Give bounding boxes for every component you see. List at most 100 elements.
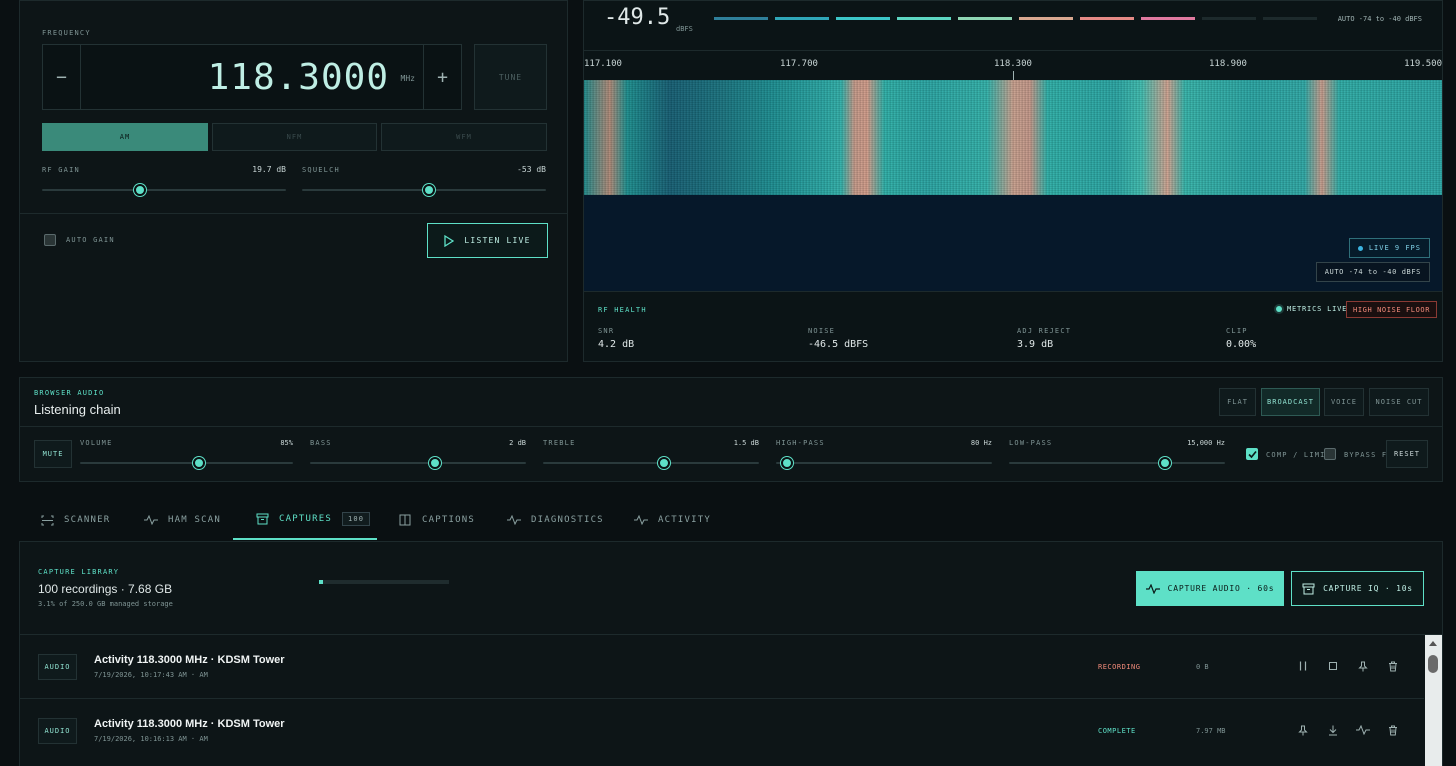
- storage-bar-fill: [319, 580, 324, 584]
- pulse-icon: [507, 513, 521, 527]
- squelch-slider[interactable]: [302, 184, 546, 196]
- download-icon[interactable]: [1326, 723, 1340, 737]
- pin-icon[interactable]: [1296, 723, 1310, 737]
- meter-segment: [775, 17, 829, 20]
- capture-iq-button[interactable]: CAPTURE IQ · 10s: [1291, 571, 1424, 606]
- metric-label: CLIP: [1226, 327, 1248, 335]
- rf-gain-slider-knob[interactable]: [133, 184, 146, 196]
- tab-label: CAPTURES: [279, 514, 332, 524]
- metric-label: SNR: [598, 327, 615, 335]
- pause-icon[interactable]: [1296, 659, 1310, 673]
- audio-slider-low-pass[interactable]: [1009, 457, 1225, 469]
- metric-value: 4.2 dB: [598, 339, 635, 350]
- frequency-box: − 118.3000 MHz +: [42, 44, 462, 110]
- stop-icon[interactable]: [1326, 659, 1340, 673]
- scroll-up-arrow-icon[interactable]: [1429, 641, 1437, 646]
- waterfall-display[interactable]: [584, 80, 1442, 195]
- audio-slider-knob[interactable]: [780, 457, 793, 469]
- listen-live-button[interactable]: LISTEN LIVE: [427, 223, 548, 258]
- preset-flat-button[interactable]: FLAT: [1219, 388, 1256, 416]
- rf-gain-value: 19.7 dB: [252, 165, 286, 174]
- freq-tick: 117.100: [584, 59, 622, 69]
- play-icon: [444, 234, 455, 247]
- library-summary: 100 recordings · 7.68 GB: [38, 582, 173, 596]
- library-section-label: CAPTURE LIBRARY: [38, 568, 120, 576]
- metrics-live-label: METRICS LIVE: [1287, 305, 1348, 313]
- audio-slider-treble[interactable]: [543, 457, 759, 469]
- storage-usage-text: 3.1% of 250.0 GB managed storage: [38, 600, 173, 608]
- captures-count-badge: 100: [341, 512, 371, 526]
- pin-icon[interactable]: [1356, 659, 1370, 673]
- capture-title[interactable]: Activity 118.3000 MHz · KDSM Tower: [94, 654, 285, 666]
- audio-slider-value: 1.5 dB: [733, 439, 759, 447]
- reset-button[interactable]: RESET: [1386, 440, 1428, 468]
- audio-title: Listening chain: [34, 402, 121, 417]
- trash-icon[interactable]: [1386, 659, 1400, 673]
- auto-gain-checkbox[interactable]: [44, 234, 56, 246]
- tab-label: CAPTIONS: [422, 515, 475, 525]
- meter-segment: [1263, 17, 1317, 20]
- table-row[interactable]: AUDIO Activity 118.3000 MHz · KDSM Tower…: [20, 699, 1424, 763]
- meter-segment: [1141, 17, 1195, 20]
- scrollbar-thumb[interactable]: [1428, 655, 1438, 673]
- tab-label: DIAGNOSTICS: [531, 515, 604, 525]
- mode-nfm-button[interactable]: NFM: [212, 123, 377, 151]
- audio-slider-volume[interactable]: [80, 457, 293, 469]
- preset-noise-cut-button[interactable]: NOISE CUT: [1369, 388, 1429, 416]
- rf-gain-slider[interactable]: [42, 184, 286, 196]
- bypass-fx-checkbox[interactable]: [1324, 448, 1336, 460]
- meter-segment: [836, 17, 890, 20]
- preset-broadcast-button[interactable]: BROADCAST: [1261, 388, 1320, 416]
- capture-time: 7/19/2026, 10:16:13 AM · AM: [94, 735, 208, 743]
- listen-live-label: LISTEN LIVE: [464, 236, 531, 245]
- divider: [584, 50, 1442, 51]
- capture-audio-button[interactable]: CAPTURE AUDIO · 60s: [1136, 571, 1284, 606]
- frequency-decrement-button[interactable]: −: [43, 45, 81, 109]
- mode-wfm-button[interactable]: WFM: [381, 123, 547, 151]
- audio-slider-knob[interactable]: [429, 457, 442, 469]
- mute-button[interactable]: MUTE: [34, 440, 72, 468]
- archive-icon: [255, 512, 269, 526]
- auto-gain-label: AUTO GAIN: [66, 236, 115, 244]
- range-badge[interactable]: AUTO -74 to -40 dBFS: [1315, 262, 1430, 282]
- audio-slider-knob[interactable]: [657, 457, 670, 469]
- capture-status: COMPLETE: [1098, 727, 1136, 735]
- tune-button[interactable]: TUNE: [474, 44, 547, 110]
- capture-type-badge: AUDIO: [38, 654, 77, 680]
- squelch-value: -53 dB: [517, 165, 546, 174]
- audio-slider-knob[interactable]: [193, 457, 206, 469]
- preset-voice-button[interactable]: VOICE: [1324, 388, 1364, 416]
- signal-level-value: -49.5: [604, 5, 671, 30]
- tab-scanner[interactable]: SCANNER: [40, 500, 110, 540]
- divider: [584, 291, 1442, 292]
- audio-slider-knob[interactable]: [1158, 457, 1171, 469]
- tab-activity[interactable]: ACTIVITY: [634, 500, 711, 540]
- capture-title[interactable]: Activity 118.3000 MHz · KDSM Tower: [94, 718, 285, 730]
- audio-slider-bass[interactable]: [310, 457, 526, 469]
- meter-segment: [1202, 17, 1256, 20]
- mode-am-button[interactable]: AM: [42, 123, 208, 151]
- audio-slider-high-pass[interactable]: [776, 457, 992, 469]
- comp-limit-checkbox[interactable]: [1246, 448, 1258, 460]
- capture-time: 7/19/2026, 10:17:43 AM · AM: [94, 671, 208, 679]
- tab-captions[interactable]: CAPTIONS: [398, 500, 475, 540]
- freq-tick: 118.900: [1209, 59, 1247, 69]
- frequency-label: FREQUENCY: [42, 29, 91, 37]
- frequency-increment-button[interactable]: +: [423, 45, 461, 109]
- pulse-icon[interactable]: [1356, 723, 1370, 737]
- tab-diagnostics[interactable]: DIAGNOSTICS: [507, 500, 604, 540]
- metric-label: NOISE: [808, 327, 836, 335]
- table-row[interactable]: AUDIO Activity 118.3000 MHz · KDSM Tower…: [20, 635, 1424, 699]
- high-noise-alert-badge: HIGH NOISE FLOOR: [1346, 301, 1438, 318]
- audio-slider-value: 80 Hz: [970, 439, 992, 447]
- trash-icon[interactable]: [1386, 723, 1400, 737]
- scrollbar[interactable]: [1425, 635, 1442, 766]
- spectrum-panel: -49.5 dBFS AUTO -74 to -40 dBFS 117.100 …: [583, 0, 1443, 362]
- freq-tick: 119.500: [1404, 59, 1442, 69]
- squelch-slider-knob[interactable]: [422, 184, 435, 196]
- tab-ham-scan[interactable]: HAM SCAN: [144, 500, 221, 540]
- rf-health-title: RF HEALTH: [598, 306, 647, 314]
- live-fps-label: LIVE 9 FPS: [1368, 244, 1421, 252]
- tab-captures[interactable]: CAPTURES 100: [233, 500, 377, 540]
- frequency-value[interactable]: 118.3000: [208, 57, 389, 98]
